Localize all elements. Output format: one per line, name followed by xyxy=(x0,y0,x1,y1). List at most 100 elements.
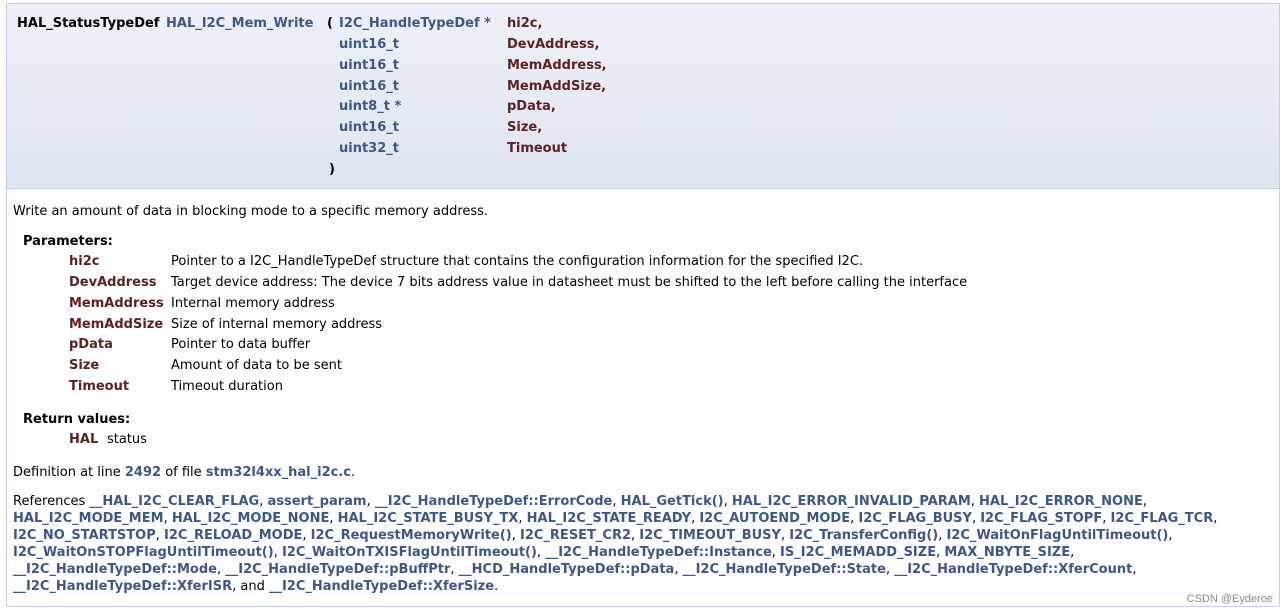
reference-separator: , xyxy=(612,494,621,509)
param-name-6: Timeout xyxy=(507,141,568,156)
reference-link[interactable]: I2C_FLAG_STOPF xyxy=(980,511,1102,526)
param-name-1: DevAddress, xyxy=(507,37,600,52)
reference-link[interactable]: I2C_AUTOEND_MODE xyxy=(699,511,850,526)
param-doc-name-devaddress: DevAddress xyxy=(69,275,157,290)
param-type-4: uint8_t * xyxy=(339,99,402,114)
reference-separator: , xyxy=(1213,511,1218,526)
reference-link[interactable]: HAL_I2C_STATE_READY xyxy=(527,511,691,526)
reference-separator: , xyxy=(163,511,172,526)
reference-separator: , xyxy=(518,511,527,526)
param-type-3: uint16_t xyxy=(339,79,399,94)
reference-separator: , xyxy=(366,494,375,509)
param-doc-desc-pdata: Pointer to data buffer xyxy=(171,337,311,352)
reference-separator: , xyxy=(1070,545,1075,560)
reference-separator: , xyxy=(450,562,459,577)
param-name-5: Size, xyxy=(507,120,543,135)
reference-link[interactable]: __I2C_HandleTypeDef::Instance xyxy=(545,545,772,560)
param-doc-desc-size: Amount of data to be sent xyxy=(171,358,342,373)
reference-separator: , xyxy=(771,545,781,560)
param-doc-desc-memaddsize: Size of internal memory address xyxy=(171,317,383,332)
reference-link[interactable]: __I2C_HandleTypeDef::XferISR xyxy=(13,579,232,594)
reference-link[interactable]: HAL_I2C_MODE_NONE xyxy=(172,511,330,526)
definition-prefix: Definition at line xyxy=(13,465,125,480)
reference-link[interactable]: I2C_WaitOnFlagUntilTimeout() xyxy=(946,528,1168,543)
definition-middle: of file xyxy=(161,465,206,480)
parameters-heading: Parameters: xyxy=(23,234,113,249)
reference-link[interactable]: I2C_WaitOnSTOPFlagUntilTimeout() xyxy=(13,545,274,560)
return-value-desc: status xyxy=(107,432,147,447)
reference-link[interactable]: I2C_RequestMemoryWrite() xyxy=(311,528,512,543)
reference-link[interactable]: HAL_I2C_MODE_MEM xyxy=(13,511,164,526)
reference-separator: , xyxy=(1142,494,1147,509)
definition-suffix: . xyxy=(351,465,356,480)
reference-separator: , xyxy=(302,528,311,543)
reference-link[interactable]: __HAL_I2C_CLEAR_FLAG xyxy=(89,494,259,509)
reference-link[interactable]: HAL_GetTick() xyxy=(621,494,724,509)
reference-link[interactable]: __I2C_HandleTypeDef::pBuffPtr xyxy=(225,562,450,577)
return-type: HAL_StatusTypeDef xyxy=(17,16,160,31)
param-type-2: uint16_t xyxy=(339,58,399,73)
param-doc-desc-devaddress: Target device address: The device 7 bits… xyxy=(171,275,968,290)
param-doc-name-pdata: pData xyxy=(69,337,113,352)
reference-link[interactable]: __I2C_HandleTypeDef::Mode xyxy=(13,562,217,577)
function-doc-block: HAL_StatusTypeDef HAL_I2C_Mem_Write ( I2… xyxy=(6,3,1280,607)
reference-link[interactable]: HAL_I2C_ERROR_INVALID_PARAM xyxy=(732,494,971,509)
reference-separator: , xyxy=(273,545,282,560)
reference-separator: , xyxy=(1132,562,1137,577)
reference-link[interactable]: __I2C_HandleTypeDef::XferCount xyxy=(894,562,1132,577)
function-prototype: HAL_StatusTypeDef HAL_I2C_Mem_Write ( I2… xyxy=(7,4,1279,189)
reference-link[interactable]: __I2C_HandleTypeDef::ErrorCode xyxy=(375,494,613,509)
reference-link[interactable]: I2C_TransferConfig() xyxy=(789,528,938,543)
open-paren: ( xyxy=(327,16,333,31)
reference-separator: , xyxy=(971,511,981,526)
reference-link[interactable]: assert_param xyxy=(267,494,366,509)
param-name-3: MemAddSize, xyxy=(507,79,607,94)
param-name-4: pData, xyxy=(507,99,556,114)
reference-link[interactable]: HAL_I2C_STATE_BUSY_TX xyxy=(338,511,519,526)
param-doc-name-hi2c: hi2c xyxy=(69,254,100,269)
reference-link[interactable]: I2C_FLAG_TCR xyxy=(1110,511,1213,526)
reference-link[interactable]: IS_I2C_MEMADD_SIZE xyxy=(780,545,936,560)
reference-separator: , xyxy=(216,562,226,577)
reference-separator: , and xyxy=(232,579,269,594)
reference-separator: , xyxy=(155,528,165,543)
param-type-1: uint16_t xyxy=(339,37,399,52)
reference-link[interactable]: __I2C_HandleTypeDef::State xyxy=(683,562,886,577)
return-values-heading: Return values: xyxy=(23,412,131,427)
reference-separator: , xyxy=(536,545,546,560)
param-name-0: hi2c, xyxy=(507,16,543,31)
reference-link[interactable]: I2C_TIMEOUT_BUSY xyxy=(639,528,781,543)
reference-link[interactable]: I2C_FLAG_BUSY xyxy=(858,511,972,526)
function-name-link[interactable]: HAL_I2C_Mem_Write xyxy=(166,16,313,31)
reference-separator: , xyxy=(1168,528,1173,543)
references-end: . xyxy=(494,579,499,594)
param-doc-name-memaddsize: MemAddSize xyxy=(69,317,164,332)
definition-file-link[interactable]: stm32l4xx_hal_i2c.c xyxy=(206,465,351,480)
reference-separator: , xyxy=(511,528,520,543)
definition-line: Definition at line 2492 of file stm32l4x… xyxy=(13,465,355,480)
reference-link[interactable]: I2C_RESET_CR2 xyxy=(520,528,631,543)
reference-link[interactable]: HAL_I2C_ERROR_NONE xyxy=(979,494,1143,509)
param-doc-name-timeout: Timeout xyxy=(69,379,130,394)
reference-link[interactable]: __I2C_HandleTypeDef::XferSize xyxy=(269,579,494,594)
reference-link[interactable]: I2C_WaitOnTXISFlagUntilTimeout() xyxy=(282,545,537,560)
param-type-0[interactable]: I2C_HandleTypeDef * xyxy=(339,16,491,31)
reference-separator: , xyxy=(329,511,338,526)
references-paragraph: References __HAL_I2C_CLEAR_FLAG, assert_… xyxy=(13,493,1243,595)
param-doc-name-memaddress: MemAddress xyxy=(69,296,164,311)
close-paren: ) xyxy=(329,162,335,177)
watermark: CSDN @Eyderoe xyxy=(1186,593,1273,605)
reference-separator: , xyxy=(674,562,683,577)
param-type-6: uint32_t xyxy=(339,141,399,156)
reference-separator: , xyxy=(780,528,790,543)
param-doc-desc-hi2c: Pointer to a I2C_HandleTypeDef structure… xyxy=(171,254,864,269)
reference-separator: , xyxy=(723,494,732,509)
reference-link[interactable]: MAX_NBYTE_SIZE xyxy=(944,545,1070,560)
reference-link[interactable]: __HCD_HandleTypeDef::pData xyxy=(459,562,675,577)
reference-link[interactable]: I2C_RELOAD_MODE xyxy=(164,528,302,543)
definition-line-link[interactable]: 2492 xyxy=(125,465,161,480)
reference-link[interactable]: I2C_NO_STARTSTOP xyxy=(13,528,156,543)
reference-separator: , xyxy=(970,494,980,509)
param-type-5: uint16_t xyxy=(339,120,399,135)
reference-separator: , xyxy=(885,562,895,577)
